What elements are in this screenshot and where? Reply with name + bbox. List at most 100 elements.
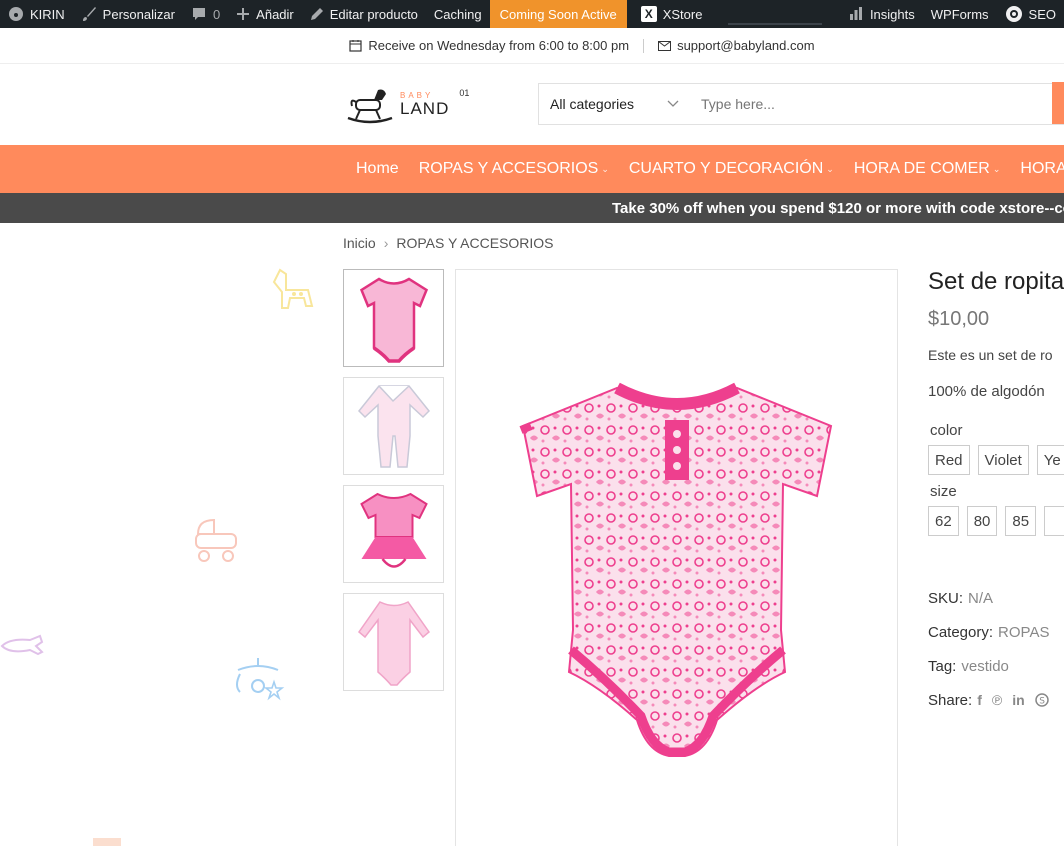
comments-link[interactable]: 0 [183, 0, 228, 28]
color-swatch-violet[interactable]: Violet [977, 445, 1029, 475]
decorative-shape [93, 838, 121, 846]
search-button[interactable] [1052, 82, 1064, 124]
size-swatch-80[interactable]: 80 [966, 506, 998, 536]
color-swatches: Red Violet Ye [928, 445, 1064, 475]
category-select[interactable]: All categories [539, 84, 689, 124]
share-label: Share: [928, 691, 973, 709]
customize-label: Personalizar [102, 6, 175, 22]
seo-label: SEO [1028, 6, 1056, 22]
giraffe-icon [272, 268, 314, 309]
stroller-icon [195, 518, 237, 562]
sku-row: SKU: N/A [928, 581, 1064, 615]
seo-link[interactable]: SEO [997, 0, 1064, 28]
promo-bar: Take 30% off when you spend $120 or more… [0, 193, 1064, 223]
product-description: Este es un set de ro [928, 347, 1053, 363]
admin-bar: KIRIN Personalizar 0 Añadir Editar produ… [0, 0, 1064, 28]
tag-link[interactable]: vestido [961, 658, 1009, 675]
pinterest-icon[interactable]: ℗ [992, 692, 1002, 708]
category-link[interactable]: ROPAS [998, 624, 1049, 641]
thumbnail-4[interactable] [343, 593, 444, 691]
gear-icon [1005, 6, 1022, 22]
insights-link[interactable]: Insights [840, 0, 923, 28]
divider [643, 38, 645, 53]
product-title: Set de ropita [928, 268, 1064, 295]
thumbnail-1[interactable] [343, 269, 444, 367]
dress-bodysuit-thumbnail [359, 492, 428, 568]
insights-label: Insights [869, 6, 915, 22]
chevron-down-icon: ⌄ [992, 163, 1001, 174]
color-label: color [930, 422, 963, 439]
nav-item-home[interactable]: Home [346, 160, 409, 178]
email-info[interactable]: support@babyland.com [658, 38, 815, 53]
nav-label: HORA DE R [1020, 160, 1064, 177]
thumbnail-2[interactable] [343, 377, 444, 475]
chevron-down-icon: ⌄ [601, 163, 609, 174]
skype-icon[interactable]: S [1034, 693, 1049, 707]
breadcrumb-current[interactable]: ROPAS Y ACCESORIOS [396, 235, 553, 251]
email-text: support@babyland.com [677, 38, 815, 53]
bar-chart-icon [849, 7, 862, 20]
nav-item-cuarto[interactable]: CUARTO Y DECORACIÓN ⌄ [619, 160, 844, 178]
size-swatch-62[interactable]: 62 [928, 506, 959, 536]
xstore-icon: X [640, 6, 657, 22]
search-input[interactable] [689, 84, 1052, 124]
delivery-info: Receive on Wednesday from 6:00 to 8:00 p… [349, 38, 629, 53]
edit-product-label: Editar producto [329, 6, 418, 22]
logo-text: BABY LAND [400, 91, 449, 117]
plus-icon [237, 8, 250, 20]
size-label: size [930, 483, 957, 500]
search-bar: All categories [538, 82, 1064, 125]
envelope-icon [658, 40, 672, 51]
category-select-value: All categories [550, 96, 635, 112]
product-material: 100% de algodón [928, 383, 1045, 400]
wpforms-link[interactable]: WPForms [923, 0, 997, 28]
tag-label: Tag: [928, 657, 957, 675]
airplane-icon [0, 634, 44, 656]
brush-icon [82, 7, 96, 21]
promo-text: Take 30% off when you spend $120 or more… [612, 199, 1064, 217]
tag-row: Tag: vestido [928, 649, 1064, 683]
chevron-down-icon: ⌄ [826, 163, 834, 174]
size-swatches: 62 80 85 [928, 506, 1064, 536]
nav-label: HORA DE COMER [853, 160, 990, 177]
caching-link[interactable]: Caching [426, 0, 490, 28]
product-meta: SKU: N/A Category: ROPAS Tag: vestido Sh… [928, 581, 1064, 717]
color-swatch-red[interactable]: Red [928, 445, 970, 475]
facebook-icon[interactable]: f [977, 692, 982, 708]
coming-soon-label: Coming Soon Active [499, 6, 617, 22]
wpforms-label: WPForms [930, 6, 989, 22]
dashboard-icon [9, 7, 23, 21]
site-logo[interactable]: BABY LAND 01 [344, 82, 474, 126]
main-product-image[interactable] [455, 269, 898, 846]
size-swatch-85[interactable]: 85 [1005, 506, 1037, 536]
thumbnail-3[interactable] [343, 485, 444, 583]
sku-label: SKU: [928, 589, 964, 607]
product-price: $10,00 [928, 308, 990, 330]
longsleeve-bodysuit-thumbnail [357, 601, 430, 686]
loading-bar [728, 23, 822, 25]
caching-label: Caching [433, 6, 482, 22]
comment-icon [192, 8, 205, 20]
breadcrumb-home[interactable]: Inicio [343, 235, 376, 251]
edit-product-link[interactable]: Editar producto [302, 0, 426, 28]
sleepsuit-thumbnail [357, 385, 430, 468]
linkedin-icon[interactable]: in [1012, 692, 1024, 708]
pencil-icon [310, 8, 323, 20]
breadcrumb: Inicio › ROPAS Y ACCESORIOS [343, 235, 554, 251]
color-swatch-yellow[interactable]: Ye [1036, 445, 1064, 475]
delivery-text: Receive on Wednesday from 6:00 to 8:00 p… [368, 38, 630, 53]
nav-item-ropas[interactable]: ROPAS Y ACCESORIOS ⌄ [409, 160, 619, 178]
category-label: Category: [928, 623, 994, 641]
coming-soon-badge[interactable]: Coming Soon Active [489, 0, 627, 28]
nav-label: Home [356, 160, 399, 177]
admin-site-menu[interactable]: KIRIN [0, 0, 73, 28]
share-row: Share: f ℗ in S [928, 683, 1064, 717]
xstore-link[interactable]: X XStore [627, 0, 711, 28]
customize-link[interactable]: Personalizar [73, 0, 183, 28]
new-content-link[interactable]: Añadir [228, 0, 302, 28]
category-row: Category: ROPAS [928, 615, 1064, 649]
nav-item-comer[interactable]: HORA DE COMER ⌄ [844, 160, 1011, 178]
new-label: Añadir [256, 6, 294, 22]
nav-item-hora[interactable]: HORA DE R [1010, 160, 1064, 178]
size-swatch-more[interactable] [1044, 506, 1064, 536]
